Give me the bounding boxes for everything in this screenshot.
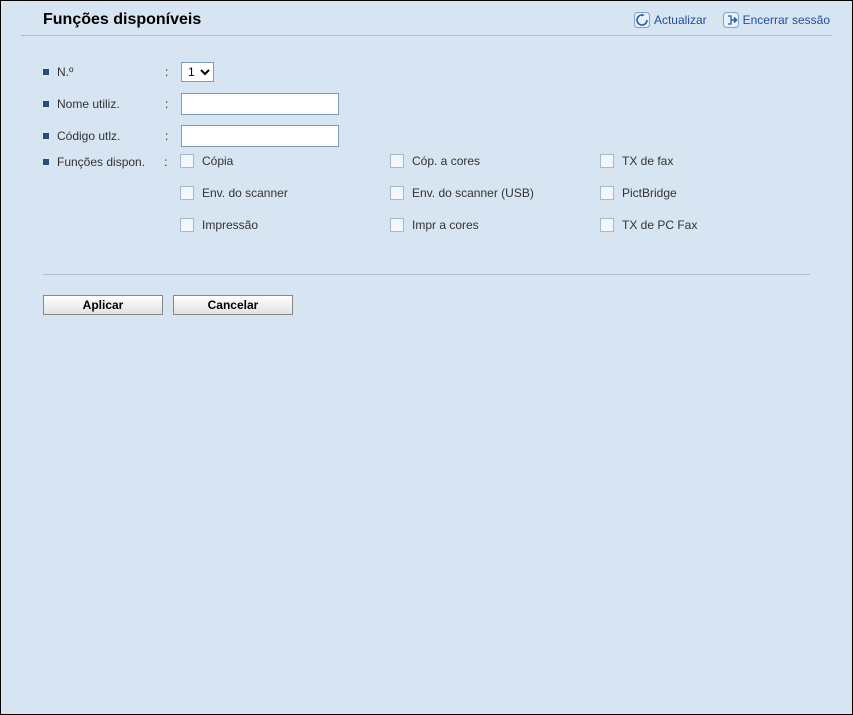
content: N.º : 1 Nome utiliz. : xyxy=(21,36,832,315)
apply-button[interactable]: Aplicar xyxy=(43,295,163,315)
label-functions: Funções dispon. xyxy=(57,155,145,169)
label-number: N.º xyxy=(57,65,73,79)
checkbox-color-copy[interactable] xyxy=(390,154,404,168)
cancel-button[interactable]: Cancelar xyxy=(173,295,293,315)
colon: : xyxy=(164,152,176,169)
bullet-icon xyxy=(43,133,49,139)
checkbox-label: TX de PC Fax xyxy=(622,218,697,232)
checkbox-scanner-send[interactable] xyxy=(180,186,194,200)
functions-grid: Cópia Cóp. a cores TX de fax Env. xyxy=(180,152,810,232)
checkbox-pictbridge[interactable] xyxy=(600,186,614,200)
header-actions: Actualizar Encerrar sessão xyxy=(634,12,832,28)
usercode-input[interactable] xyxy=(181,125,339,147)
checkbox-item-scanner-usb: Env. do scanner (USB) xyxy=(390,186,600,200)
checkbox-scanner-usb[interactable] xyxy=(390,186,404,200)
label-usercode: Código utlz. xyxy=(57,129,120,143)
checkbox-item-pictbridge: PictBridge xyxy=(600,186,810,200)
row-number: N.º : 1 xyxy=(43,56,810,88)
checkbox-label: PictBridge xyxy=(622,186,677,200)
checkbox-label: Impr a cores xyxy=(412,218,479,232)
refresh-icon xyxy=(634,12,650,28)
colon: : xyxy=(165,97,177,111)
checkbox-color-print[interactable] xyxy=(390,218,404,232)
checkbox-item-print: Impressão xyxy=(180,218,390,232)
logout-link[interactable]: Encerrar sessão xyxy=(723,12,830,28)
logout-icon xyxy=(723,12,739,28)
checkbox-label: Env. do scanner xyxy=(202,186,288,200)
bullet-icon xyxy=(43,101,49,107)
row-usercode: Código utlz. : xyxy=(43,120,810,152)
bullet-icon xyxy=(43,159,49,165)
checkbox-item-color-copy: Cóp. a cores xyxy=(390,154,600,168)
checkbox-label: TX de fax xyxy=(622,154,673,168)
logout-label: Encerrar sessão xyxy=(743,13,830,27)
username-input[interactable] xyxy=(181,93,339,115)
checkbox-pcfax-tx[interactable] xyxy=(600,218,614,232)
checkbox-item-color-print: Impr a cores xyxy=(390,218,600,232)
refresh-label: Actualizar xyxy=(654,13,707,27)
header: Funções disponíveis Actualizar Encerrar … xyxy=(21,11,832,36)
row-functions: Funções dispon. : Cópia Cóp. a cores xyxy=(43,152,810,232)
label-username: Nome utiliz. xyxy=(57,97,120,111)
checkbox-item-scanner-send: Env. do scanner xyxy=(180,186,390,200)
checkbox-label: Env. do scanner (USB) xyxy=(412,186,534,200)
checkbox-label: Impressão xyxy=(202,218,258,232)
colon: : xyxy=(165,129,177,143)
number-select[interactable]: 1 xyxy=(181,62,214,82)
page-title: Funções disponíveis xyxy=(21,11,201,29)
checkbox-copy[interactable] xyxy=(180,154,194,168)
checkbox-item-copy: Cópia xyxy=(180,154,390,168)
row-username: Nome utiliz. : xyxy=(43,88,810,120)
checkbox-label: Cóp. a cores xyxy=(412,154,480,168)
checkbox-item-fax-tx: TX de fax xyxy=(600,154,810,168)
checkbox-fax-tx[interactable] xyxy=(600,154,614,168)
checkbox-label: Cópia xyxy=(202,154,233,168)
refresh-link[interactable]: Actualizar xyxy=(634,12,707,28)
divider xyxy=(43,274,810,275)
button-row: Aplicar Cancelar xyxy=(43,295,810,315)
checkbox-print[interactable] xyxy=(180,218,194,232)
bullet-icon xyxy=(43,69,49,75)
colon: : xyxy=(165,65,177,79)
checkbox-item-pcfax-tx: TX de PC Fax xyxy=(600,218,810,232)
